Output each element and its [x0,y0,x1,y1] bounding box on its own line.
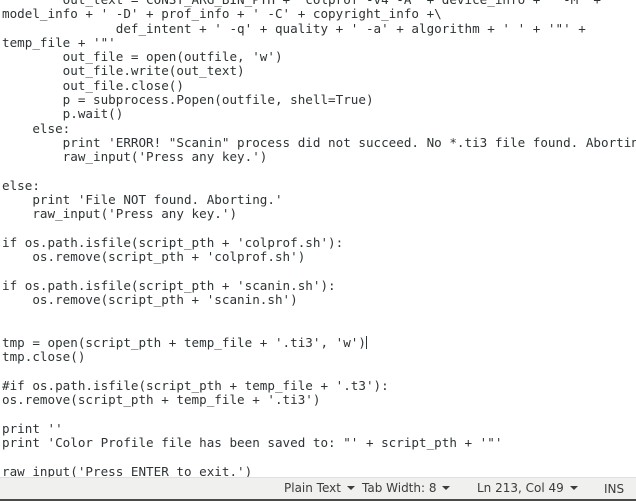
code-line[interactable]: model_info + ' -D' + prof_info + ' -C' +… [2,6,636,21]
status-bar: Plain Text Tab Width: 8 Ln 213, Col 49 I… [0,477,636,501]
tab-width-selector[interactable]: Tab Width: 8 [362,481,451,495]
code-line[interactable] [2,365,636,379]
code-line[interactable] [2,222,636,236]
language-selector[interactable]: Plain Text [284,481,355,495]
code-line[interactable]: print 'ERROR! "Scanin" process did not s… [2,135,636,150]
insert-mode-indicator[interactable]: INS [604,482,624,496]
code-line[interactable] [2,451,636,465]
code-line[interactable]: os.remove(script_pth + 'colprof.sh') [2,250,636,265]
text-editor[interactable]: out_text = CONST_ARG_BIN_PTH + 'colprof … [0,0,636,477]
code-line[interactable]: tmp.close() [2,350,636,365]
code-line[interactable]: tmp = open(script_pth + temp_file + '.ti… [2,335,636,350]
code-line[interactable]: out_file.close() [2,78,636,93]
code-line[interactable]: print 'File NOT found. Aborting.' [2,192,636,207]
chevron-down-icon [442,486,451,490]
code-line[interactable]: p.wait() [2,107,636,122]
code-line[interactable] [2,308,636,322]
code-line[interactable] [2,265,636,279]
chevron-down-icon [570,486,578,490]
code-line[interactable]: #if os.path.isfile(script_pth + temp_fil… [2,378,636,393]
tab-width-label: Tab Width: 8 [362,481,437,495]
code-line[interactable]: raw_input('Press any key.') [2,149,636,164]
code-line[interactable]: print 'Color Profile file has been saved… [2,435,636,450]
code-line[interactable]: out_file = open(outfile, 'w') [2,49,636,64]
code-line[interactable]: os.remove(script_pth + temp_file + '.ti3… [2,393,636,408]
code-line[interactable] [2,165,636,179]
cursor-position-label: Ln 213, Col 49 [477,481,564,495]
code-line[interactable]: def_intent + ' -q' + quality + ' -a' + a… [2,21,636,36]
code-line[interactable]: temp_file + '"' [2,35,636,50]
text-cursor [365,336,367,350]
code-lines: out_text = CONST_ARG_BIN_PTH + 'colprof … [2,0,636,477]
code-line[interactable]: os.remove(script_pth + 'scanin.sh') [2,292,636,307]
code-line[interactable]: p = subprocess.Popen(outfile, shell=True… [2,92,636,107]
position-menu-button[interactable] [570,481,578,495]
code-line[interactable]: print '' [2,421,636,436]
cursor-position[interactable]: Ln 213, Col 49 [477,481,564,495]
code-line[interactable]: if os.path.isfile(script_pth + 'colprof.… [2,235,636,250]
chevron-down-icon [346,486,355,490]
code-line[interactable]: else: [2,121,636,136]
code-line[interactable]: if os.path.isfile(script_pth + 'scanin.s… [2,278,636,293]
language-label: Plain Text [284,481,341,495]
code-line[interactable]: raw_input('Press ENTER to exit.') [2,464,636,477]
code-line[interactable]: out_file.write(out_text) [2,64,636,79]
code-line[interactable] [2,322,636,336]
code-line[interactable] [2,408,636,422]
code-line[interactable]: else: [2,178,636,193]
code-line[interactable]: raw_input('Press any key.') [2,207,636,222]
